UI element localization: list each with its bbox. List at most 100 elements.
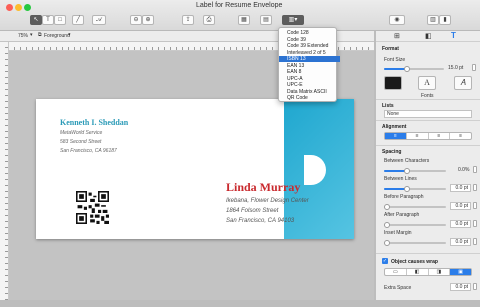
menu-item-code-39[interactable]: Code 39 xyxy=(285,37,336,43)
spacing-heading: Spacing xyxy=(382,149,402,155)
barcode-type-menu: Code 128 Code 39 Code 39 Extended Interl… xyxy=(278,27,340,102)
between-lines-slider[interactable] xyxy=(384,186,446,192)
close-window-button[interactable] xyxy=(6,4,13,11)
extra-space-stepper[interactable] xyxy=(473,283,477,290)
wrap-none-icon[interactable]: ▭ xyxy=(385,269,407,275)
alignment-heading: Alignment xyxy=(382,124,407,130)
sender-line[interactable]: 583 Second Street xyxy=(60,139,101,145)
envelope-preview[interactable]: Kenneth I. Sheddan MetaWorld Service 583… xyxy=(36,99,354,239)
menu-item-code-128[interactable]: Code 128 xyxy=(285,30,336,36)
align-left-icon[interactable]: ≡ xyxy=(385,133,407,139)
after-paragraph-label: After Paragraph xyxy=(384,212,420,218)
layout-panel-button[interactable]: ▥ xyxy=(427,15,439,25)
slider-knob[interactable] xyxy=(404,168,410,174)
shape-tool-button[interactable]: □ xyxy=(54,15,66,25)
align-right-icon[interactable]: ≡ xyxy=(429,133,451,139)
before-paragraph-slider[interactable] xyxy=(384,204,446,210)
wrap-left-icon[interactable]: ◧ xyxy=(407,269,429,275)
slider-knob[interactable] xyxy=(404,186,410,192)
line-tool-button[interactable]: ╱ xyxy=(72,15,84,25)
between-characters-value[interactable]: 0.0% xyxy=(458,167,469,173)
slider-knob[interactable] xyxy=(384,222,390,228)
slider-knob[interactable] xyxy=(384,240,390,246)
text-color-button[interactable] xyxy=(384,76,402,90)
menu-item-upc-a[interactable]: UPC-A xyxy=(285,76,336,82)
inspector-tabs: ⊞ ◧ T xyxy=(376,31,480,42)
share-button[interactable]: ⇪ xyxy=(182,15,194,25)
slider-knob[interactable] xyxy=(384,204,390,210)
layer-select[interactable]: Foreground xyxy=(44,33,70,39)
format-heading: Format xyxy=(382,46,399,52)
before-paragraph-label: Before Paragraph xyxy=(384,194,424,200)
recipient-line[interactable]: San Francisco, CA 94103 xyxy=(226,218,294,224)
layer-icon: ⧉ xyxy=(38,32,42,38)
text-tool-button[interactable]: T xyxy=(42,15,54,25)
table-button[interactable]: ▤ xyxy=(260,15,272,25)
inset-margin-stepper[interactable] xyxy=(473,238,477,245)
object-wrap-label: Object causes wrap xyxy=(391,259,438,265)
recipient-line[interactable]: Ikebana, Flower Design Center xyxy=(226,198,309,204)
preview-button[interactable]: ◉ xyxy=(389,15,405,25)
zoom-in-button[interactable]: ⊕ xyxy=(142,15,154,25)
inset-margin-slider[interactable] xyxy=(384,240,446,246)
menu-item-upc-e[interactable]: UPC-E xyxy=(285,82,336,88)
before-paragraph-stepper[interactable] xyxy=(473,202,477,209)
font-size-slider[interactable] xyxy=(384,66,444,72)
window-toolbar: Label for Resume Envelope ↖ T □ ╱ 𝒜 ⊖ ⊕ … xyxy=(0,0,480,31)
object-wrap-checkbox[interactable]: ✓ xyxy=(382,258,388,264)
menu-item-code-39-extended[interactable]: Code 39 Extended xyxy=(285,43,336,49)
extra-space-field[interactable]: 0.0 pt xyxy=(450,283,471,291)
between-characters-slider[interactable] xyxy=(384,168,446,174)
font-style-button[interactable]: A xyxy=(418,76,436,90)
wrap-type-segmented-control[interactable]: ▭ ◧ ◨ ▣ xyxy=(384,268,472,276)
minimize-window-button[interactable] xyxy=(15,4,22,11)
image-button[interactable]: ▦ xyxy=(238,15,250,25)
pointer-tool-button[interactable]: ↖ xyxy=(30,15,42,25)
sender-line[interactable]: MetaWorld Service xyxy=(60,130,102,136)
after-paragraph-stepper[interactable] xyxy=(473,220,477,227)
qr-code-image[interactable] xyxy=(76,191,109,224)
menu-item-ean-13[interactable]: EAN 13 xyxy=(285,63,336,69)
recipient-line[interactable]: 1864 Folsom Street xyxy=(226,208,278,214)
alignment-segmented-control[interactable]: ≡ ≡ ≡ ≡ xyxy=(384,132,472,140)
after-paragraph-field[interactable]: 0.0 pt xyxy=(450,220,471,228)
between-lines-field[interactable]: 0.0 pt xyxy=(450,184,471,192)
text-effects-button[interactable]: 𝐴 xyxy=(454,76,472,90)
font-size-label: Font Size xyxy=(384,57,406,63)
style-tab-icon[interactable]: ◧ xyxy=(425,32,432,40)
zoom-window-button[interactable] xyxy=(24,4,31,11)
sender-name[interactable]: Kenneth I. Sheddan xyxy=(60,118,128,127)
before-paragraph-field[interactable]: 0.0 pt xyxy=(450,202,471,210)
menu-item-data-matrix-ascii[interactable]: Data Matrix ASCII xyxy=(285,89,336,95)
wrap-right-icon[interactable]: ◨ xyxy=(429,269,451,275)
inspector-panel: ⊞ ◧ T Format Font Size 15.0 pt A 𝐴 Fonts… xyxy=(375,31,480,300)
align-justify-icon[interactable]: ≡ xyxy=(450,133,471,139)
extra-space-label: Extra Space xyxy=(384,285,412,291)
inset-margin-field[interactable]: 0.0 pt xyxy=(450,238,471,246)
slider-knob[interactable] xyxy=(404,66,410,72)
menu-item-isbn-13[interactable]: ISBN 13 xyxy=(279,56,340,62)
wrap-around-icon[interactable]: ▣ xyxy=(450,269,471,275)
between-lines-label: Between Lines xyxy=(384,176,417,182)
vertical-ruler[interactable] xyxy=(0,42,9,300)
align-center-icon[interactable]: ≡ xyxy=(407,133,429,139)
menu-item-qr-code[interactable]: QR Code xyxy=(285,95,336,101)
recipient-name[interactable]: Linda Murray xyxy=(226,180,300,195)
curved-text-button[interactable]: 𝒜 xyxy=(92,15,106,25)
font-size-value[interactable]: 15.0 pt xyxy=(448,65,463,71)
between-lines-stepper[interactable] xyxy=(473,184,477,191)
menu-item-interleaved-2-of-5[interactable]: Interleaved 2 of 5 xyxy=(285,50,336,56)
font-size-stepper[interactable] xyxy=(472,64,476,71)
print-button[interactable]: ⎙ xyxy=(203,15,215,25)
sidebar-toggle-button[interactable]: ▮ xyxy=(439,15,451,25)
zoom-out-button[interactable]: ⊖ xyxy=(130,15,142,25)
barcode-button[interactable]: ▥▾ xyxy=(282,15,304,25)
text-tab-icon[interactable]: T xyxy=(451,31,456,40)
sender-line[interactable]: San Francisco, CA 96187 xyxy=(60,148,117,154)
menu-item-ean-8[interactable]: EAN 8 xyxy=(285,69,336,75)
between-characters-stepper[interactable] xyxy=(473,166,477,173)
zoom-select[interactable]: 75% xyxy=(18,33,28,39)
arrange-tab-icon[interactable]: ⊞ xyxy=(394,32,400,40)
lists-select[interactable]: None xyxy=(384,110,472,118)
after-paragraph-slider[interactable] xyxy=(384,222,446,228)
